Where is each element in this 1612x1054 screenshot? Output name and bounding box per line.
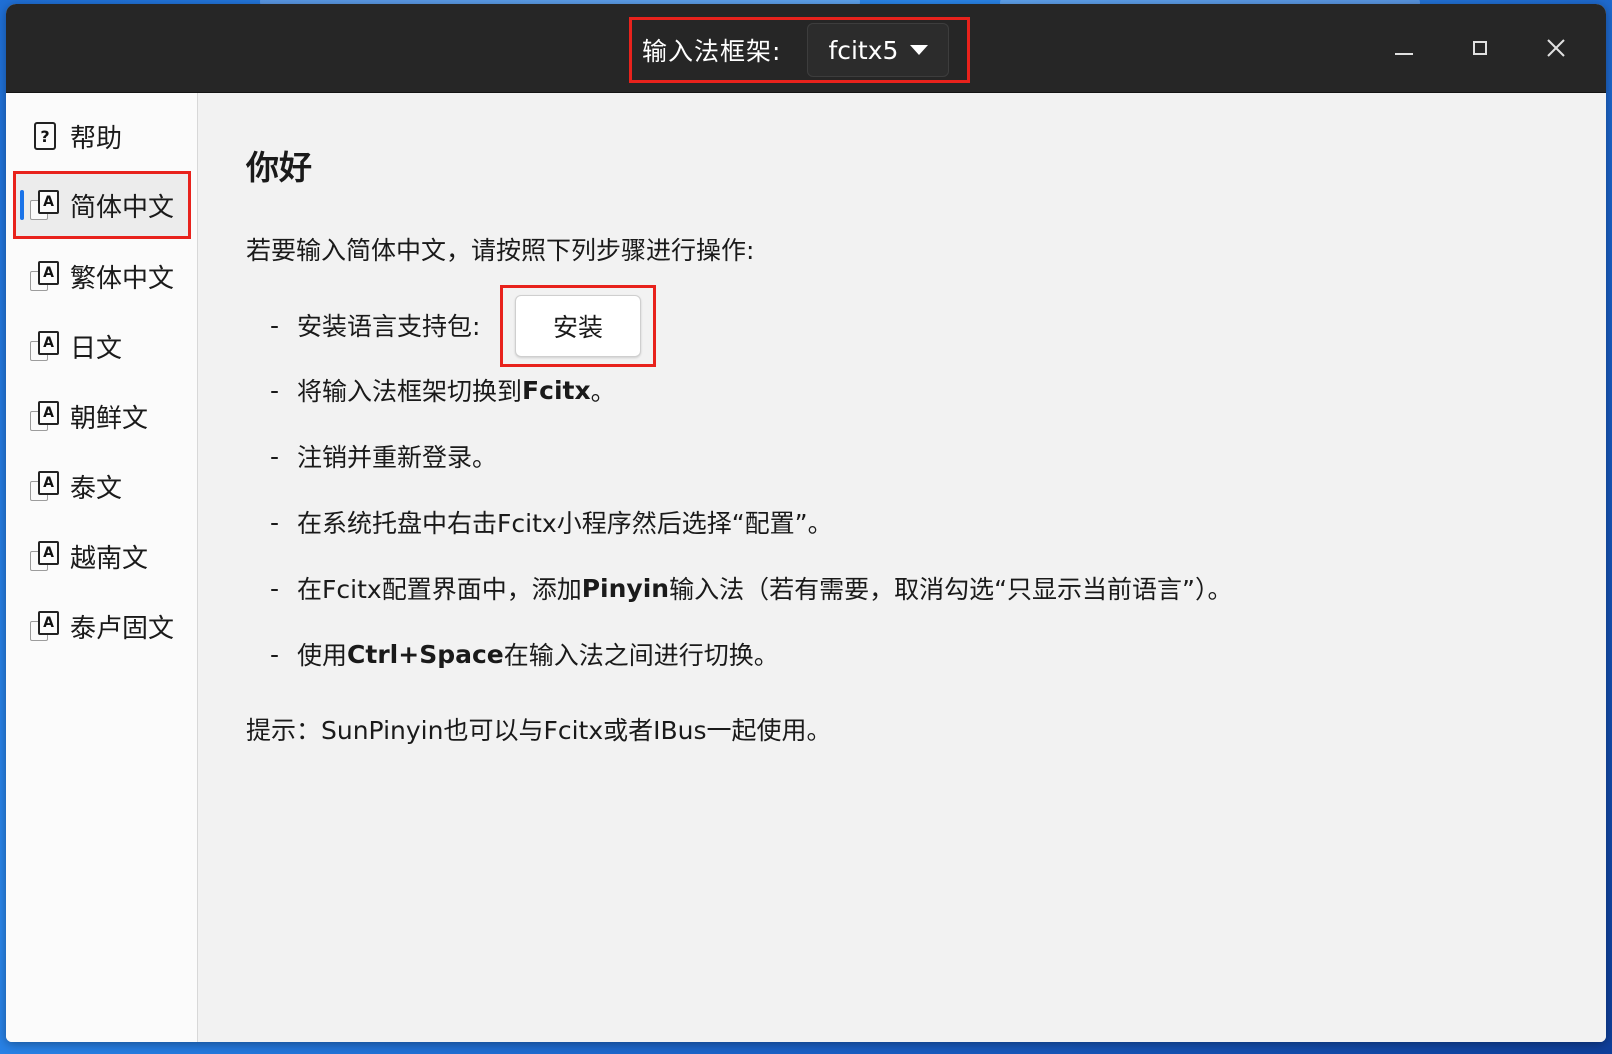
title-bar: 输入法框架: fcitx5 bbox=[6, 4, 1606, 93]
close-icon bbox=[1547, 39, 1565, 57]
sidebar-item-help[interactable]: ? 帮助 bbox=[16, 105, 188, 167]
step-bold-text: Ctrl+Space bbox=[347, 639, 504, 669]
minimize-button[interactable] bbox=[1384, 28, 1424, 68]
sidebar-item-label: 繁体中文 bbox=[70, 263, 175, 294]
step-text: 。 bbox=[590, 377, 616, 406]
language-icon: A bbox=[30, 611, 59, 641]
install-button-highlight: 安装 bbox=[500, 285, 656, 367]
step-text: 在输入法之间进行切换。 bbox=[503, 641, 779, 670]
tip-text: 提示：SunPinyin也可以与Fcitx或者IBus一起使用。 bbox=[246, 716, 832, 745]
step-text: 在系统托盘中右击Fcitx小程序然后选择“配置”。 bbox=[297, 509, 833, 538]
language-icon: A bbox=[30, 331, 59, 361]
step-add-pinyin: - 在Fcitx配置界面中，添加 Pinyin 输入法（若有需要，取消勾选“只显示当… bbox=[270, 570, 1232, 606]
sidebar: ? 帮助 A 简体中文 A 繁体中文 A 日文 A 朝鲜文 A 泰文 A 越南文… bbox=[6, 93, 198, 1042]
sidebar-item-traditional-chinese[interactable]: A 繁体中文 bbox=[16, 245, 188, 307]
intro-text: 若要输入简体中文，请按照下列步骤进行操作: bbox=[246, 236, 755, 265]
sidebar-item-vietnamese[interactable]: A 越南文 bbox=[16, 525, 188, 587]
step-switch-shortcut: - 使用 Ctrl+Space 在输入法之间进行切换。 bbox=[270, 636, 779, 672]
chevron-down-icon bbox=[910, 45, 929, 55]
language-icon: A bbox=[30, 190, 59, 220]
step-text: 注销并重新登录。 bbox=[297, 443, 498, 472]
language-icon: A bbox=[30, 401, 59, 431]
sidebar-item-japanese[interactable]: A 日文 bbox=[16, 315, 188, 377]
sidebar-item-telugu[interactable]: A 泰卢固文 bbox=[16, 595, 188, 657]
maximize-icon bbox=[1473, 41, 1487, 55]
page-title: 你好 bbox=[246, 148, 312, 187]
close-button[interactable] bbox=[1536, 28, 1576, 68]
sidebar-item-label: 简体中文 bbox=[70, 192, 175, 223]
framework-selector-group: 输入法框架: fcitx5 bbox=[628, 17, 971, 83]
framework-dropdown[interactable]: fcitx5 bbox=[807, 23, 950, 77]
step-bold-text: Fcitx bbox=[522, 375, 591, 405]
step-text: 使用 bbox=[297, 641, 348, 670]
sidebar-item-label: 泰卢固文 bbox=[70, 613, 175, 644]
language-icon: A bbox=[30, 261, 59, 291]
step-logout-login: - 注销并重新登录。 bbox=[270, 438, 497, 474]
step-text: 输入法（若有需要，取消勾选“只显示当前语言”）。 bbox=[669, 575, 1233, 604]
sidebar-item-label: 越南文 bbox=[70, 543, 149, 574]
step-bold-text: Pinyin bbox=[581, 573, 670, 603]
install-button[interactable]: 安装 bbox=[515, 295, 641, 357]
sidebar-item-korean[interactable]: A 朝鲜文 bbox=[16, 385, 188, 447]
app-window: 输入法框架: fcitx5 ? 帮助 A 简体中文 A 繁体中文 A 日文 A … bbox=[6, 4, 1606, 1042]
step-text: 将输入法框架切换到 bbox=[297, 377, 523, 406]
sidebar-item-label: 泰文 bbox=[70, 473, 123, 504]
step-tray-configure: - 在系统托盘中右击Fcitx小程序然后选择“配置”。 bbox=[270, 504, 833, 540]
sidebar-item-simplified-chinese[interactable]: A 简体中文 bbox=[13, 171, 191, 239]
framework-label: 输入法框架: bbox=[642, 37, 782, 66]
maximize-button[interactable] bbox=[1460, 28, 1500, 68]
language-icon: A bbox=[30, 541, 59, 571]
sidebar-item-label: 日文 bbox=[70, 333, 123, 364]
step-switch-framework: - 将输入法框架切换到 Fcitx。 bbox=[270, 372, 616, 408]
minimize-icon bbox=[1395, 53, 1413, 55]
step-text: 在Fcitx配置界面中，添加 bbox=[297, 575, 582, 604]
sidebar-item-label: 帮助 bbox=[70, 123, 123, 154]
framework-dropdown-value: fcitx5 bbox=[828, 35, 899, 65]
sidebar-item-thai[interactable]: A 泰文 bbox=[16, 455, 188, 517]
sidebar-item-label: 朝鲜文 bbox=[70, 403, 149, 434]
step-text: 安装语言支持包: bbox=[297, 312, 481, 341]
help-icon: ? bbox=[34, 122, 56, 150]
step-install-language-pack: - 安装语言支持包: bbox=[270, 307, 480, 343]
language-icon: A bbox=[30, 471, 59, 501]
main-content: 你好 若要输入简体中文，请按照下列步骤进行操作: - 安装语言支持包: 安装 -… bbox=[198, 93, 1606, 1042]
